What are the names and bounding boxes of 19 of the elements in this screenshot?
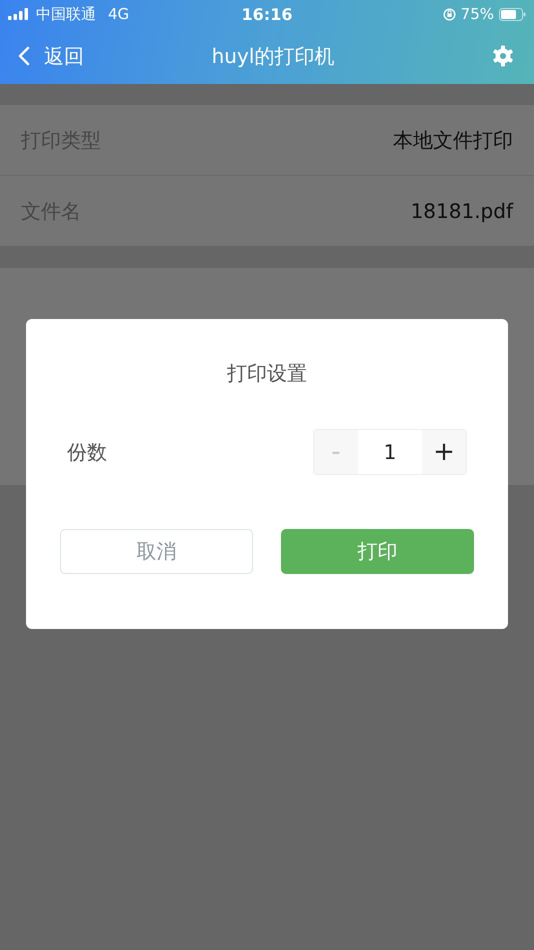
clock-time: 16:16 [242,4,292,24]
copies-label: 份数 [67,438,107,466]
back-button[interactable]: 返回 [18,42,84,70]
battery-icon [499,8,526,20]
rotation-lock-icon [442,8,456,20]
signal-icon [8,8,30,20]
increment-button[interactable]: + [422,430,466,474]
print-button[interactable]: 打印 [281,529,474,574]
battery-percent: 75% [460,5,494,23]
chevron-left-icon [18,46,30,66]
cancel-button[interactable]: 取消 [60,529,253,574]
network-type: 4G [108,5,130,23]
carrier-name: 中国联通 [36,4,96,24]
field-value: 18181.pdf [410,199,513,223]
field-value: 本地文件打印 [393,126,513,154]
page-title: huyl的打印机 [212,42,334,70]
settings-icon [492,45,514,67]
dialog-title: 打印设置 [226,360,308,387]
settings-button[interactable] [492,45,514,67]
